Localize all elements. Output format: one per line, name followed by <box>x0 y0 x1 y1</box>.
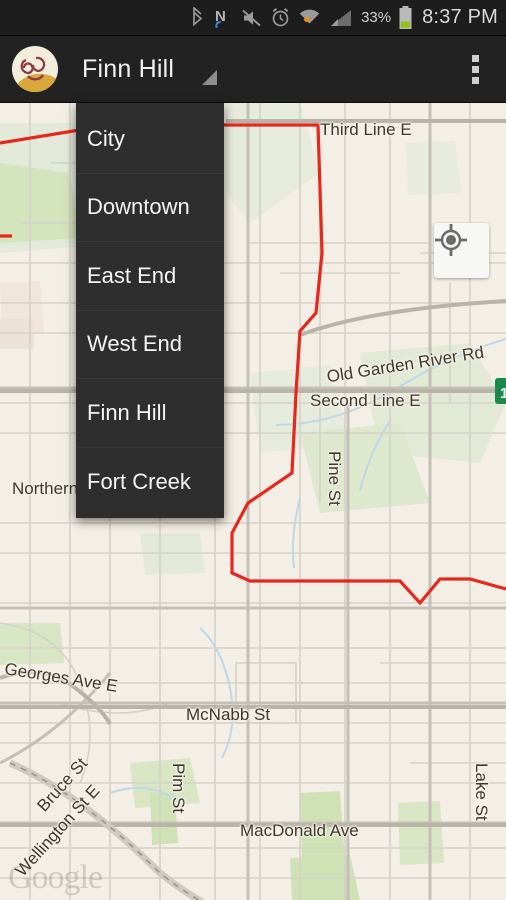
overflow-dot <box>471 76 479 84</box>
map-label: MacDonald Ave <box>240 821 359 840</box>
dropdown-caret-icon[interactable] <box>202 69 218 85</box>
bluetooth-icon <box>190 6 205 29</box>
map-label: Second Line E <box>310 391 421 410</box>
my-location-button[interactable] <box>434 223 489 278</box>
vibrate-mute-icon <box>241 8 263 28</box>
cell-signal-icon <box>328 8 354 28</box>
dropdown-item-label: East End <box>87 262 177 288</box>
dropdown-item-label: Downtown <box>87 194 190 220</box>
dropdown-item-label: City <box>87 125 125 151</box>
spinner-dropdown-menu[interactable]: City Downtown East End West End Finn Hill For… <box>76 103 224 518</box>
highway-shield-icon: 17 <box>495 378 506 404</box>
google-attribution: Google <box>8 859 103 896</box>
dropdown-item-label: Fort Creek <box>87 468 191 494</box>
status-bar[interactable]: N 33% 8:37 PM <box>0 0 506 36</box>
map-label: Pim St <box>169 763 188 814</box>
dropdown-item-west-end[interactable]: West End <box>76 311 224 379</box>
action-bar: Finn Hill <box>0 36 506 103</box>
page-title[interactable]: Finn Hill <box>82 55 174 84</box>
wifi-download-icon <box>298 7 321 28</box>
map-label: Third Line E <box>320 120 412 139</box>
battery-icon <box>398 5 413 30</box>
dropdown-item-east-end[interactable]: East End <box>76 242 224 311</box>
dropdown-item-label: Finn Hill <box>87 399 167 425</box>
app-logo-swirl <box>20 56 46 81</box>
nfc-icon: N <box>212 7 234 29</box>
dropdown-item-city[interactable]: City <box>76 105 224 174</box>
svg-text:17: 17 <box>500 385 506 402</box>
dropdown-item-downtown[interactable]: Downtown <box>76 174 224 242</box>
alarm-clock-icon <box>270 7 291 28</box>
battery-percent: 33% <box>361 9 392 26</box>
map-label: Pine St <box>325 451 344 506</box>
map-label: Lake St <box>472 763 491 821</box>
clock: 8:37 PM <box>422 6 498 28</box>
dropdown-item-fort-creek[interactable]: Fort Creek <box>76 448 224 517</box>
overflow-dot <box>471 54 479 62</box>
overflow-dot <box>471 65 479 73</box>
overflow-menu-icon[interactable] <box>458 45 492 93</box>
map-label: McNabb St <box>186 705 271 724</box>
app-logo-icon[interactable] <box>12 46 58 92</box>
dropdown-item-finn-hill[interactable]: Finn Hill <box>76 379 224 448</box>
dropdown-item-label: West End <box>87 331 182 357</box>
my-location-crosshair-icon <box>435 224 467 256</box>
map-label: Northern <box>12 479 79 498</box>
